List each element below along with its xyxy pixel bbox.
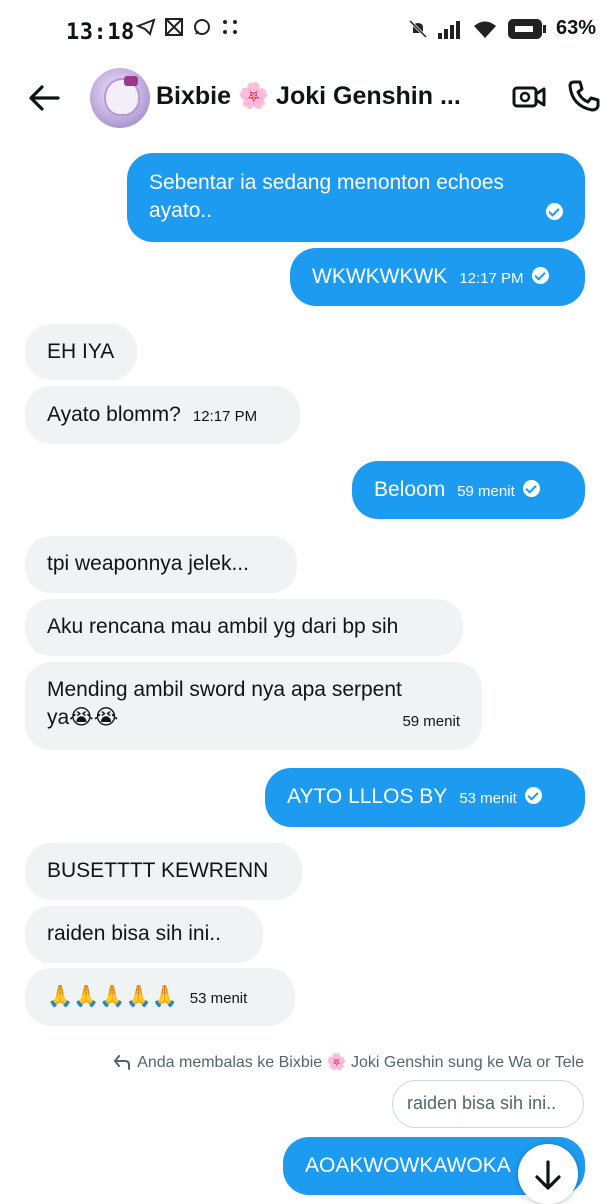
back-arrow-icon[interactable] — [26, 80, 62, 116]
wifi-icon — [473, 21, 496, 38]
message-bubble-received[interactable]: tpi weaponnya jelek... — [25, 536, 297, 593]
message-text: 🙏🙏🙏🙏🙏 — [47, 985, 178, 1008]
message-timestamp: 59 menit — [457, 483, 515, 500]
message-bubble-received[interactable]: Mending ambil sword nya apa serpent ya😭😭… — [25, 662, 482, 750]
message-text: EH IYA — [47, 340, 115, 363]
message-timestamp: 53 menit — [459, 790, 517, 807]
message-bubble-received[interactable]: EH IYA — [25, 324, 137, 380]
message-text: Ayato blomm? — [47, 403, 181, 426]
message-bubble-sent[interactable]: WKWKWKWK 12:17 PM — [290, 248, 585, 306]
message-bubble-received[interactable]: Ayato blomm? 12:17 PM — [25, 386, 300, 444]
read-check-icon — [546, 203, 563, 220]
message-timestamp: 59 menit — [402, 713, 460, 730]
mute-icon — [408, 19, 428, 38]
message-bubble-received[interactable]: 🙏🙏🙏🙏🙏 53 menit — [25, 968, 295, 1026]
message-text: WKWKWKWK — [312, 265, 448, 288]
message-bubble-sent[interactable]: AYTO LLLOS BY 53 menit — [265, 768, 585, 827]
reply-arrow-icon — [114, 1055, 131, 1070]
arrow-down-icon — [535, 1160, 561, 1190]
contact-name[interactable]: Bixbie 🌸 Joki Genshin ... — [156, 82, 461, 111]
battery-icon — [507, 18, 546, 39]
message-bubble-received[interactable]: raiden bisa sih ini.. — [25, 906, 263, 963]
message-timestamp: 12:17 PM — [192, 408, 258, 425]
message-bubble-sent[interactable]: Sebentar ia sedang menonton echoes ayato… — [127, 153, 585, 242]
message-bubble-sent[interactable]: Beloom 59 menit — [352, 461, 585, 519]
read-check-icon — [522, 479, 540, 497]
message-timestamp: 12:17 PM — [459, 270, 524, 287]
telegram-icon — [136, 18, 156, 36]
quoted-message-text: raiden bisa sih ini.. — [407, 1093, 557, 1113]
status-time: 13:18 — [66, 20, 135, 45]
message-text: Beloom — [374, 478, 446, 501]
message-text: Mending ambil sword nya apa serpent — [47, 678, 402, 701]
contact-avatar[interactable] — [90, 68, 150, 128]
more-dots-icon — [223, 20, 237, 34]
message-text: tpi weaponnya jelek... — [47, 552, 249, 575]
message-text: BUSETTTT KEWRENN — [47, 859, 269, 882]
message-text: raiden bisa sih ini.. — [47, 922, 221, 945]
phone-call-icon[interactable] — [566, 78, 602, 114]
scroll-to-bottom-button[interactable] — [518, 1144, 578, 1204]
chat-icon — [194, 19, 210, 35]
chat-header: Bixbie 🌸 Joki Genshin ... — [0, 62, 610, 136]
read-check-icon — [531, 266, 549, 284]
message-text: ayato.. — [149, 199, 213, 222]
read-check-icon — [524, 786, 542, 804]
message-text: Sebentar ia sedang menonton echoes — [149, 171, 504, 194]
message-text: AYTO LLLOS BY — [287, 785, 448, 808]
video-call-icon[interactable] — [512, 80, 546, 114]
reply-context-text: Anda membalas ke Bixbie 🌸 Joki Genshin s… — [137, 1054, 584, 1071]
app-icon — [165, 18, 183, 36]
battery-level: 63% — [555, 17, 596, 39]
message-text: AOAKWOWKAWOKA — [305, 1154, 511, 1177]
message-bubble-received[interactable]: Aku rencana mau ambil yg dari bp sih — [25, 599, 463, 656]
status-bar: 13:18 63% — [0, 0, 610, 62]
message-bubble-received[interactable]: BUSETTTT KEWRENN — [25, 843, 302, 900]
reply-context: Anda membalas ke Bixbie 🌸 Joki Genshin s… — [113, 1052, 584, 1072]
signal-icon — [437, 20, 460, 39]
quoted-message[interactable]: raiden bisa sih ini.. — [392, 1080, 584, 1128]
message-text: ya😭😭 — [47, 706, 119, 729]
message-timestamp: 53 menit — [189, 990, 248, 1007]
message-text: Aku rencana mau ambil yg dari bp sih — [47, 615, 399, 638]
